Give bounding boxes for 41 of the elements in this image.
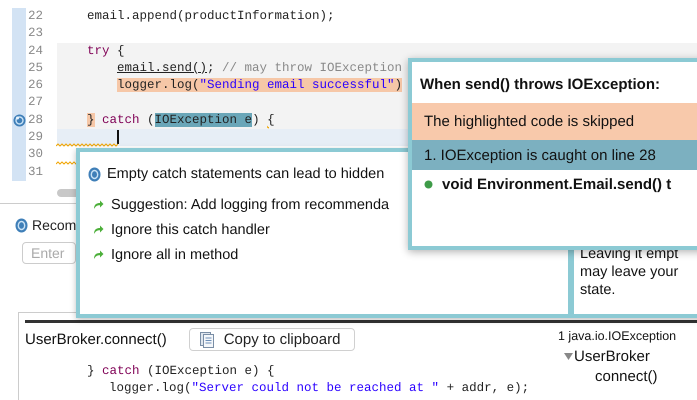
quick-fix-item[interactable]: Suggestion: Add logging from recommenda <box>111 196 390 212</box>
line-number: 23 <box>27 25 44 42</box>
code-line: logger.log("Server could not be reached at " + addr, e); <box>108 380 530 397</box>
trace-header: 1 java.io.IOException <box>558 329 676 343</box>
method-signature: void Environment.Email.send() t <box>442 176 672 192</box>
copy-button[interactable]: Copy to clipboard <box>188 328 356 351</box>
line-number: 28 <box>27 112 44 129</box>
code-line: } catch (IOException e) { <box>86 363 276 380</box>
warning-underline <box>56 143 118 148</box>
clipboard-icon <box>200 331 214 348</box>
detail-text: state. <box>580 281 616 299</box>
detail-text: may leave your <box>580 263 680 281</box>
view-icon <box>15 218 28 232</box>
text-cursor <box>117 130 119 144</box>
line-number: 25 <box>27 60 44 77</box>
snippet-title: UserBroker.connect() <box>25 331 167 348</box>
arrow-icon <box>93 224 104 234</box>
method-icon <box>424 180 433 188</box>
quick-fix-item[interactable]: Ignore all in method <box>111 246 238 262</box>
line-number: 29 <box>27 129 44 146</box>
quick-fix-item[interactable]: Ignore this catch handler <box>111 222 270 238</box>
popup-row: 1. IOException is caught on line 28 <box>424 146 656 164</box>
tree-item[interactable]: UserBroker <box>574 348 650 365</box>
popup-title: When send() throws IOException: <box>419 75 662 95</box>
popup-message: Empty catch statements can lead to hidden <box>107 166 384 182</box>
tree-item[interactable]: connect() <box>595 368 658 385</box>
marker-icon[interactable] <box>12 114 26 127</box>
popup-row: The highlighted code is skipped <box>424 113 634 130</box>
line-number: 26 <box>27 77 44 94</box>
search-field[interactable]: Enter <box>22 242 76 264</box>
arrow-icon <box>93 200 104 210</box>
expand-icon[interactable] <box>564 352 573 361</box>
code-line: email.append(productInformation); <box>86 8 336 25</box>
line-number: 31 <box>27 164 44 181</box>
line-number: 30 <box>27 146 44 164</box>
arrow-icon <box>93 250 104 260</box>
line-number: 22 <box>27 8 44 25</box>
view-tab[interactable]: Recom <box>32 217 76 233</box>
line-number: 27 <box>27 94 44 112</box>
warning-icon <box>88 166 101 182</box>
line-number: 24 <box>27 42 44 60</box>
